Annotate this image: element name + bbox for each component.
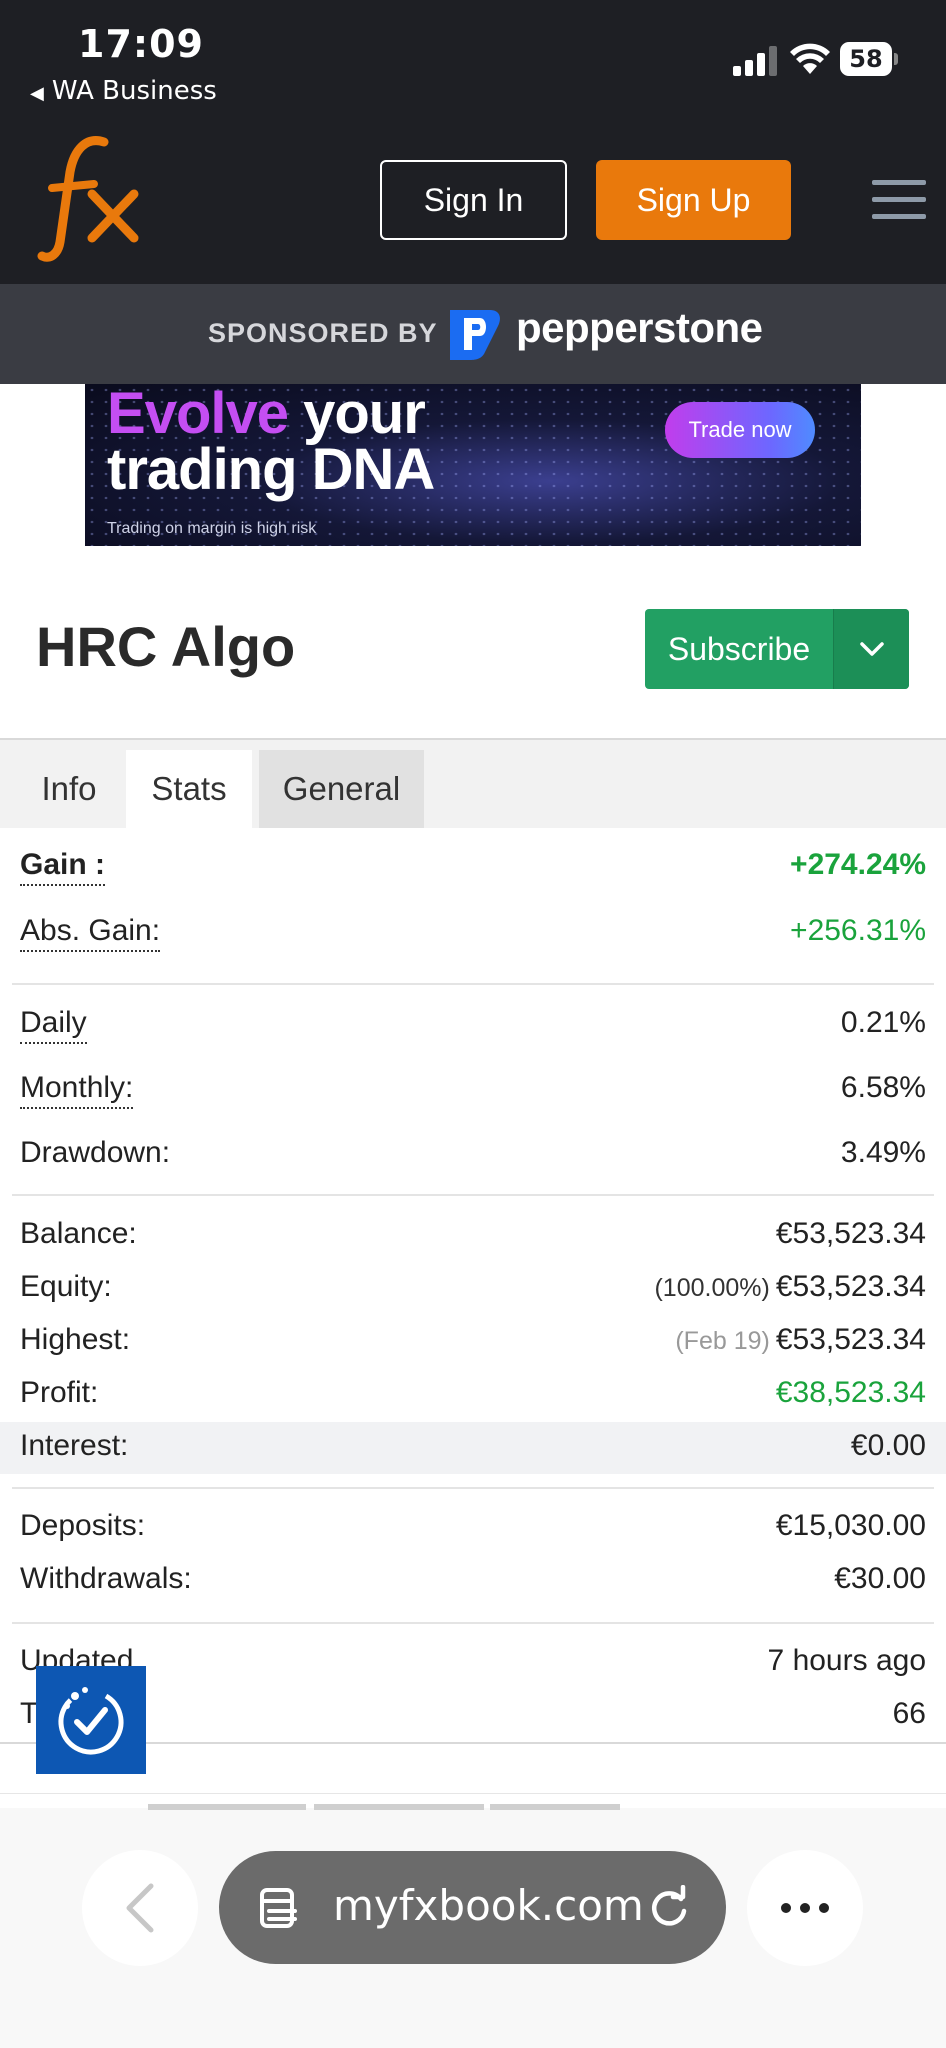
interest-value: €0.00 bbox=[850, 1429, 926, 1462]
drawdown-label: Drawdown: bbox=[20, 1136, 171, 1169]
url-text[interactable]: myfxbook.com bbox=[333, 1881, 644, 1930]
gain-value: +274.24% bbox=[790, 848, 926, 881]
daily-label[interactable]: Daily bbox=[20, 1006, 87, 1044]
back-app-label: WA Business bbox=[51, 76, 217, 106]
stat-row-highest: Highest: (Feb 19) €53,523.34 bbox=[20, 1323, 926, 1373]
divider bbox=[12, 1487, 934, 1489]
tab-info[interactable]: Info bbox=[14, 750, 124, 828]
cookie-consent-icon[interactable] bbox=[36, 1666, 146, 1774]
sponsored-by-label: SPONSORED BY bbox=[208, 318, 438, 348]
daily-value: 0.21% bbox=[840, 1006, 926, 1039]
subscribe-button[interactable]: Subscribe bbox=[645, 609, 909, 689]
balance-label: Balance: bbox=[20, 1217, 137, 1250]
page-title: HRC Algo bbox=[36, 615, 296, 678]
stat-row-equity: Equity: (100.00%) €53,523.34 bbox=[20, 1270, 926, 1320]
stat-row-withdrawals: Withdrawals: €30.00 bbox=[20, 1562, 926, 1612]
ad-disclaimer: Trading on margin is high risk bbox=[107, 520, 317, 537]
ad-banner[interactable]: Evolve your trading DNA Trading on margi… bbox=[85, 384, 861, 546]
stat-row-daily: Daily 0.21% bbox=[20, 1006, 926, 1056]
stat-row-interest: Interest: €0.00 bbox=[20, 1429, 926, 1479]
ad-trade-now-button[interactable]: Trade now bbox=[665, 402, 815, 458]
highest-label: Highest: bbox=[20, 1323, 131, 1356]
stat-row-gain: Gain : +274.24% bbox=[20, 848, 926, 898]
sign-up-button[interactable]: Sign Up bbox=[596, 160, 791, 240]
stat-row-deposits: Deposits: €15,030.00 bbox=[20, 1509, 926, 1559]
stat-row-profit: Profit: €38,523.34 bbox=[20, 1376, 926, 1426]
back-triangle-icon: ◀ bbox=[30, 83, 44, 104]
status-time: 17:09 bbox=[78, 22, 204, 66]
tab-general[interactable]: General bbox=[259, 750, 424, 828]
abs-gain-value: +256.31% bbox=[790, 914, 926, 947]
reader-mode-icon[interactable] bbox=[259, 1887, 299, 1929]
tab-stats[interactable]: Stats bbox=[126, 750, 252, 828]
divider bbox=[0, 1793, 946, 1794]
balance-value: €53,523.34 bbox=[775, 1217, 926, 1250]
back-to-app-link[interactable]: ◀ WA Business bbox=[30, 76, 217, 106]
stat-row-drawdown: Drawdown: 3.49% bbox=[20, 1136, 926, 1186]
stat-row-tracking: T 66 bbox=[20, 1697, 926, 1747]
battery-level: 58 bbox=[840, 42, 892, 76]
more-options-button[interactable] bbox=[747, 1850, 863, 1966]
chevron-left-icon bbox=[126, 1883, 154, 1933]
reload-icon[interactable] bbox=[647, 1885, 691, 1929]
highest-date: (Feb 19) bbox=[675, 1327, 770, 1355]
monthly-label[interactable]: Monthly: bbox=[20, 1071, 134, 1109]
stat-row-monthly: Monthly: 6.58% bbox=[20, 1071, 926, 1121]
monthly-value: 6.58% bbox=[840, 1071, 926, 1104]
more-dots-icon bbox=[781, 1903, 791, 1913]
subscribe-label[interactable]: Subscribe bbox=[645, 609, 833, 689]
deposits-value: €15,030.00 bbox=[775, 1509, 926, 1542]
withdrawals-label: Withdrawals: bbox=[20, 1562, 192, 1595]
equity-value: €53,523.34 bbox=[775, 1270, 926, 1303]
equity-percent: (100.00%) bbox=[654, 1274, 770, 1302]
wifi-icon bbox=[790, 43, 830, 74]
divider bbox=[12, 983, 934, 985]
gain-label[interactable]: Gain : bbox=[20, 848, 106, 886]
profit-value: €38,523.34 bbox=[775, 1376, 926, 1409]
sign-in-button[interactable]: Sign In bbox=[380, 160, 567, 240]
drawdown-value: 3.49% bbox=[840, 1136, 926, 1169]
address-bar[interactable]: myfxbook.com bbox=[219, 1851, 726, 1964]
hamburger-menu-icon[interactable] bbox=[872, 180, 926, 220]
battery-icon: 58 bbox=[840, 42, 898, 76]
stat-row-updated: Updated 7 hours ago bbox=[20, 1644, 926, 1694]
interest-label: Interest: bbox=[20, 1429, 129, 1462]
equity-label: Equity: bbox=[20, 1270, 112, 1303]
stat-row-balance: Balance: €53,523.34 bbox=[20, 1217, 926, 1267]
pepperstone-logo-icon[interactable] bbox=[442, 304, 504, 362]
divider bbox=[12, 1194, 934, 1196]
updated-value: 7 hours ago bbox=[767, 1644, 926, 1677]
ad-headline-2: trading DNA bbox=[107, 437, 435, 502]
highest-value: €53,523.34 bbox=[775, 1323, 926, 1356]
profit-label: Profit: bbox=[20, 1376, 99, 1409]
cellular-signal-icon bbox=[733, 44, 779, 76]
divider bbox=[12, 1622, 934, 1624]
abs-gain-label[interactable]: Abs. Gain: bbox=[20, 914, 161, 952]
tracking-value: 66 bbox=[892, 1697, 926, 1730]
browser-back-button[interactable] bbox=[82, 1850, 198, 1966]
chevron-down-icon[interactable] bbox=[833, 609, 909, 689]
myfxbook-logo[interactable] bbox=[34, 132, 144, 262]
deposits-label: Deposits: bbox=[20, 1509, 146, 1542]
pepperstone-brand: pepperstone bbox=[516, 304, 763, 351]
withdrawals-value: €30.00 bbox=[834, 1562, 926, 1595]
stat-row-abs-gain: Abs. Gain: +256.31% bbox=[20, 914, 926, 964]
